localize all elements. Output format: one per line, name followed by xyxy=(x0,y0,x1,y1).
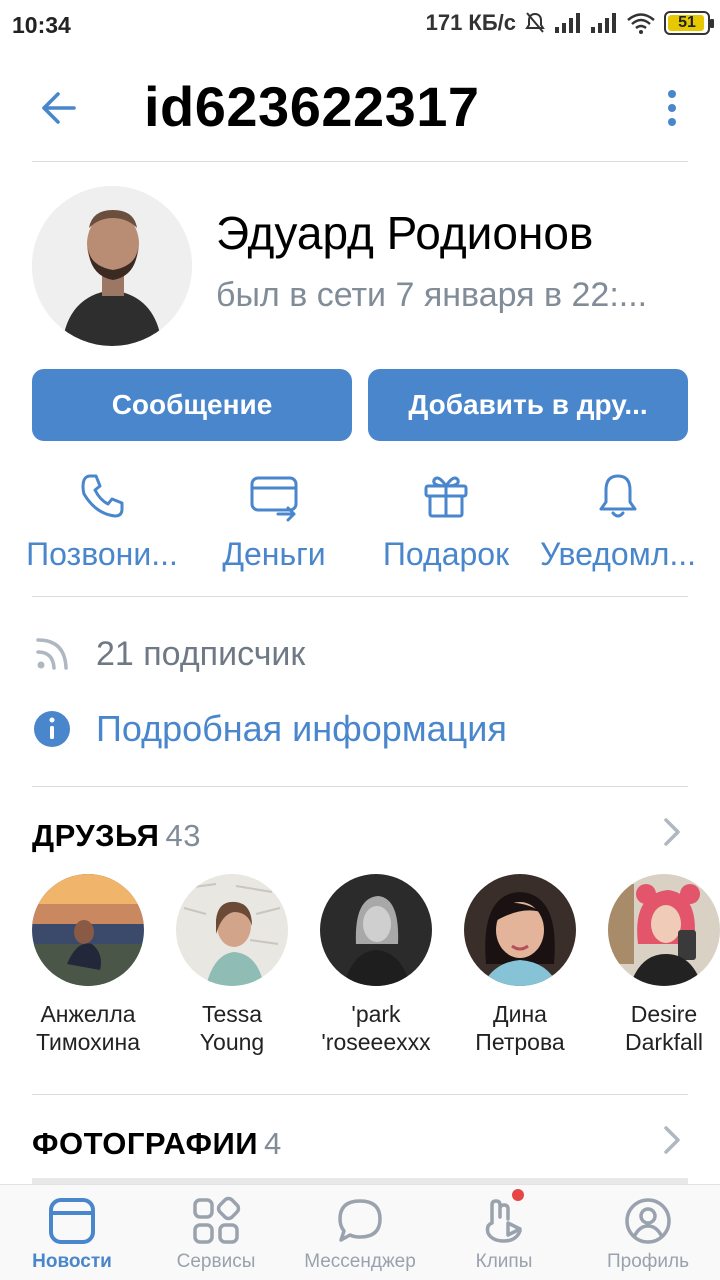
bottom-navigation: Новости Сервисы Мессенджер Клипы Профиль xyxy=(0,1184,720,1280)
friend-avatar xyxy=(32,874,144,986)
friend-avatar xyxy=(608,874,720,986)
back-arrow-icon[interactable] xyxy=(34,86,78,130)
clips-icon xyxy=(485,1199,522,1243)
wifi-icon xyxy=(627,13,655,34)
money-action[interactable]: Деньги xyxy=(184,466,364,576)
profile-actions: Позвони... Деньги Подарок Уведомл... xyxy=(0,466,720,576)
nav-messenger-label: Мессенджер xyxy=(304,1251,416,1272)
friend-first-name: Анжелла xyxy=(40,1001,136,1027)
nav-profile-label: Профиль xyxy=(606,1251,690,1272)
phone-icon xyxy=(81,474,124,518)
notifications-label: Уведомл... xyxy=(539,536,697,572)
status-bar: 10:34 171 КБ/с 51 xyxy=(0,0,720,52)
avatar[interactable] xyxy=(32,186,192,346)
nav-messenger[interactable]: Мессенджер xyxy=(288,1185,432,1280)
details-row[interactable]: Подробная информация xyxy=(32,708,507,750)
photos-count: 4 xyxy=(264,1126,282,1161)
call-label: Позвони... xyxy=(26,536,178,572)
friend-last-name: Тимохина xyxy=(35,1029,141,1055)
notifications-action[interactable]: Уведомл... xyxy=(528,466,708,576)
friends-count: 43 xyxy=(165,818,201,853)
status-icons: 171 КБ/с 51 xyxy=(425,10,714,36)
signal-icon-2 xyxy=(591,13,616,33)
friend-avatar xyxy=(320,874,432,986)
profile-name: Эдуард Родионов xyxy=(216,207,594,259)
gift-icon xyxy=(424,476,468,518)
friend-last-name: Петрова xyxy=(475,1029,565,1055)
news-icon xyxy=(49,1198,95,1244)
friend-item[interactable]: 'park 'roseeexxx xyxy=(304,874,448,1056)
friend-avatar xyxy=(464,874,576,986)
call-action[interactable]: Позвони... xyxy=(12,466,192,576)
followers-count: 21 подписчик xyxy=(96,634,306,673)
bell-icon xyxy=(599,474,637,518)
info-icon xyxy=(34,711,70,747)
photos-title: ФОТОГРАФИИ xyxy=(32,1126,259,1161)
friend-first-name: Дина xyxy=(493,1001,547,1027)
friend-item[interactable]: Desire Darkfall xyxy=(592,874,720,1056)
page-title: id623622317 xyxy=(144,75,480,138)
friend-first-name: 'park xyxy=(351,1001,401,1027)
header-divider xyxy=(32,161,688,162)
nav-news-label: Новости xyxy=(32,1251,112,1272)
friends-title: ДРУЗЬЯ xyxy=(32,818,160,853)
page-header: id623622317 xyxy=(0,60,720,160)
friend-avatar xyxy=(176,874,288,986)
nav-clips[interactable]: Клипы xyxy=(432,1185,576,1280)
battery-level: 51 xyxy=(678,14,696,31)
status-time: 10:34 xyxy=(12,12,71,38)
more-vertical-icon[interactable] xyxy=(660,86,684,130)
photos-section-title[interactable]: ФОТОГРАФИИ 4 xyxy=(32,1126,282,1162)
notification-dot xyxy=(512,1189,524,1201)
chevron-right-icon[interactable] xyxy=(660,1124,684,1156)
chevron-right-icon[interactable] xyxy=(660,816,684,848)
message-button[interactable]: Сообщение xyxy=(32,369,352,441)
friend-item[interactable]: Дина Петрова xyxy=(448,874,592,1056)
mute-bell-icon xyxy=(525,12,545,33)
profile-icon xyxy=(625,1198,671,1244)
friend-item[interactable]: Tessa Young xyxy=(160,874,304,1056)
battery-icon: 51 xyxy=(664,11,714,35)
friends-section-title[interactable]: ДРУЗЬЯ 43 xyxy=(32,818,201,854)
messenger-icon xyxy=(338,1199,382,1242)
nav-services-label: Сервисы xyxy=(176,1251,256,1272)
nav-news[interactable]: Новости xyxy=(0,1185,144,1280)
gift-action[interactable]: Подарок xyxy=(356,466,536,576)
friends-list: Анжелла Тимохина Tessa Young 'park 'rose… xyxy=(0,874,720,1064)
services-icon xyxy=(193,1196,241,1244)
friend-first-name: Tessa xyxy=(201,1001,263,1027)
money-card-icon xyxy=(250,476,298,522)
network-speed: 171 КБ/с xyxy=(425,10,516,35)
info-divider xyxy=(32,786,688,787)
nav-clips-label: Клипы xyxy=(475,1251,533,1272)
details-link: Подробная информация xyxy=(96,708,507,749)
friend-last-name: Darkfall xyxy=(625,1029,703,1055)
friend-last-name: 'roseeexxx xyxy=(321,1029,431,1055)
followers-row[interactable]: 21 подписчик xyxy=(32,634,305,674)
money-label: Деньги xyxy=(222,536,326,572)
online-status: был в сети 7 января в 22:... xyxy=(216,276,648,314)
add-friend-button[interactable]: Добавить в дру... xyxy=(368,369,688,441)
avatar-photo xyxy=(32,186,192,346)
actions-divider xyxy=(32,596,688,597)
friend-item[interactable]: Анжелла Тимохина xyxy=(16,874,160,1056)
nav-services[interactable]: Сервисы xyxy=(144,1185,288,1280)
friends-divider xyxy=(32,1094,688,1095)
gift-label: Подарок xyxy=(382,536,510,572)
rss-icon xyxy=(36,638,68,670)
friend-first-name: Desire xyxy=(630,1001,698,1027)
signal-icon xyxy=(555,13,580,33)
nav-profile[interactable]: Профиль xyxy=(576,1185,720,1280)
friend-last-name: Young xyxy=(199,1029,265,1055)
